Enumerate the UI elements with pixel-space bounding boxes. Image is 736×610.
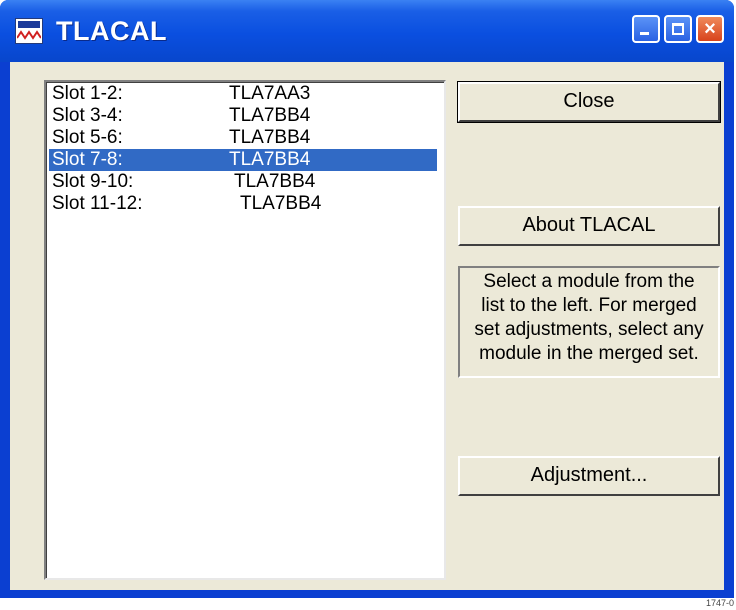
slot-label: Slot 5-6: [52,127,123,148]
module-listbox[interactable]: Slot 1-2: TLA7AA3 Slot 3-4: TLA7BB4 Slot… [44,80,446,580]
list-item-selected[interactable]: Slot 7-8: TLA7BB4 [49,149,437,171]
slot-label: Slot 1-2: [52,83,123,104]
title-bar[interactable]: TLACAL × [0,0,734,62]
about-tlacal-button[interactable]: About TLACAL [458,206,720,246]
close-window-button[interactable]: × [696,15,724,43]
slot-label: Slot 11-12: [52,193,143,214]
instruction-line: Select a module from the [483,271,695,292]
module-name: TLA7BB4 [229,149,311,170]
app-icon-strip [18,21,40,28]
adjustment-button[interactable]: Adjustment... [458,456,720,496]
slot-label: Slot 3-4: [52,105,123,126]
instruction-line: set adjustments, select any [474,319,704,340]
list-item[interactable]: Slot 1-2: TLA7AA3 [49,83,437,105]
minimize-button[interactable] [632,15,660,43]
figure-code: 1747-0 [705,598,734,608]
module-name: TLA7BB4 [240,193,322,214]
module-name: TLA7BB4 [234,171,316,192]
tlacal-app-icon[interactable] [15,18,43,44]
instruction-line: module in the merged set. [479,343,699,364]
minimize-icon [640,32,649,35]
module-name: TLA7BB4 [229,127,311,148]
list-item[interactable]: Slot 3-4: TLA7BB4 [49,105,437,127]
waveform-icon [17,30,41,40]
maximize-icon [672,23,684,35]
listbox-frame: Slot 1-2: TLA7AA3 Slot 3-4: TLA7BB4 Slot… [46,82,444,578]
maximize-button[interactable] [664,15,692,43]
slot-label: Slot 7-8: [52,149,123,170]
module-name: TLA7AA3 [229,83,311,104]
list-item[interactable]: Slot 9-10: TLA7BB4 [49,171,437,193]
tlacal-window: TLACAL × Slot 1-2: TLA7AA3 Slot 3-4: TLA… [0,0,734,598]
module-name: TLA7BB4 [229,105,311,126]
instruction-line: list to the left. For merged [481,295,697,316]
slot-label: Slot 9-10: [52,171,134,192]
window-title: TLACAL [56,16,167,46]
dialog-client-area: Slot 1-2: TLA7AA3 Slot 3-4: TLA7BB4 Slot… [10,62,724,590]
close-button[interactable]: Close [457,81,721,123]
instructions-panel: Select a module from the list to the lef… [458,266,720,378]
close-icon: × [704,18,716,40]
list-item[interactable]: Slot 5-6: TLA7BB4 [49,127,437,149]
list-item[interactable]: Slot 11-12: TLA7BB4 [49,193,437,215]
